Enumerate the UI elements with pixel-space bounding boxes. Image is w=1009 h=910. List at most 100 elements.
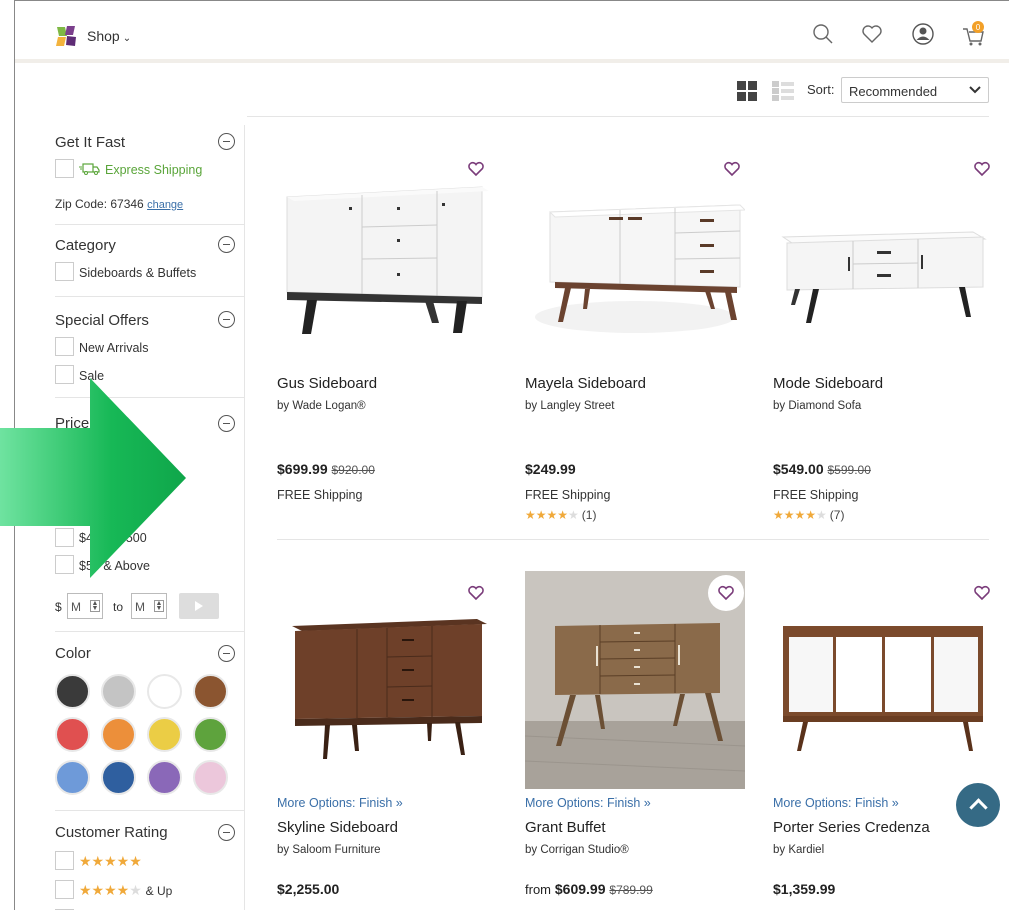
- shipping-text: FREE Shipping: [277, 488, 363, 502]
- product-name[interactable]: Gus Sideboard: [277, 375, 377, 392]
- express-shipping-label: Express Shipping: [105, 163, 203, 177]
- chevron-down-icon: [969, 86, 981, 94]
- cart-icon[interactable]: 0: [960, 21, 986, 47]
- color-swatch[interactable]: [193, 760, 228, 795]
- favorite-heart-icon[interactable]: [467, 585, 485, 601]
- collapse-customer-rating-icon[interactable]: [218, 824, 235, 841]
- filter-divider: [55, 631, 245, 632]
- rating-5-stars: ★★★★★: [79, 853, 142, 869]
- sort-selected-value: Recommended: [849, 84, 938, 99]
- product-card-gus-sideboard[interactable]: Gus Sideboard by Wade Logan® $699.99 $92…: [277, 157, 509, 537]
- review-count[interactable]: (1): [582, 508, 597, 522]
- sale-price: $1,359.99: [773, 881, 836, 897]
- product-image[interactable]: [773, 591, 993, 771]
- collapse-category-icon[interactable]: [218, 236, 235, 253]
- scroll-to-top-button[interactable]: [956, 783, 1000, 827]
- toolbar-divider: [247, 116, 989, 117]
- product-name[interactable]: Mode Sideboard: [773, 375, 883, 392]
- product-row-divider: [277, 539, 989, 540]
- collapse-special-offers-icon[interactable]: [218, 311, 235, 328]
- wayfair-logo-icon[interactable]: [55, 25, 77, 47]
- product-card-mode-sideboard[interactable]: Mode Sideboard by Diamond Sofa $549.00 $…: [773, 157, 1005, 537]
- express-shipping-checkbox[interactable]: [55, 159, 74, 178]
- review-count[interactable]: (7): [830, 508, 845, 522]
- product-rating: ★★★★★ (1): [525, 508, 597, 522]
- color-swatch[interactable]: [101, 674, 136, 709]
- more-options-link[interactable]: More Options: Finish »: [525, 796, 651, 810]
- price-from-label: from: [525, 882, 551, 897]
- account-icon[interactable]: [910, 21, 936, 47]
- color-swatch[interactable]: [193, 674, 228, 709]
- product-card-porter-series-credenza[interactable]: More Options: Finish » Porter Series Cre…: [773, 571, 1005, 910]
- grid-view-icon[interactable]: [737, 81, 757, 101]
- favorite-heart-icon[interactable]: [723, 161, 741, 177]
- product-brand[interactable]: by Kardiel: [773, 844, 824, 856]
- favorite-heart-icon[interactable]: [973, 161, 991, 177]
- product-brand[interactable]: by Diamond Sofa: [773, 400, 861, 412]
- product-image[interactable]: [277, 591, 497, 771]
- product-card-skyline-sideboard[interactable]: More Options: Finish » Skyline Sideboard…: [277, 571, 509, 910]
- product-brand[interactable]: by Wade Logan®: [277, 400, 366, 412]
- category-option-label: Sideboards & Buffets: [79, 266, 197, 280]
- collapse-price-icon[interactable]: [218, 415, 235, 432]
- product-brand[interactable]: by Saloom Furniture: [277, 844, 381, 856]
- zip-code-text: Zip Code: 67346: [55, 197, 144, 211]
- chevron-down-icon: ⌄: [122, 33, 132, 44]
- color-swatch[interactable]: [55, 760, 90, 795]
- product-card-grant-buffet[interactable]: More Options: Finish » Grant Buffet by C…: [525, 571, 757, 910]
- rating-4-checkbox[interactable]: [55, 880, 74, 899]
- category-checkbox[interactable]: [55, 262, 74, 281]
- search-icon[interactable]: [810, 21, 836, 47]
- collapse-color-icon[interactable]: [218, 645, 235, 662]
- product-name[interactable]: Mayela Sideboard: [525, 375, 646, 392]
- product-card-mayela-sideboard[interactable]: Mayela Sideboard by Langley Street $249.…: [525, 157, 757, 537]
- product-price: $1,359.99: [773, 881, 835, 897]
- favorite-heart-icon[interactable]: [973, 585, 991, 601]
- color-swatch[interactable]: [55, 674, 90, 709]
- shipping-text: FREE Shipping: [773, 488, 859, 502]
- color-swatch[interactable]: [101, 717, 136, 752]
- more-options-link[interactable]: More Options: Finish »: [773, 796, 899, 810]
- sale-price: $549.00: [773, 461, 824, 477]
- filter-divider: [55, 810, 245, 811]
- sort-label: Sort:: [807, 82, 835, 97]
- was-price: $920.00: [331, 463, 375, 477]
- filter-title-special-offers: Special Offers: [55, 312, 149, 329]
- collapse-get-it-fast-icon[interactable]: [218, 133, 235, 150]
- product-name[interactable]: Skyline Sideboard: [277, 819, 398, 836]
- color-swatch[interactable]: [147, 717, 182, 752]
- product-name[interactable]: Porter Series Credenza: [773, 819, 930, 836]
- filter-title-category: Category: [55, 237, 116, 254]
- list-view-icon[interactable]: [772, 81, 794, 101]
- color-swatch[interactable]: [147, 760, 182, 795]
- shop-menu[interactable]: Shop ⌄: [87, 28, 131, 44]
- color-swatch[interactable]: [193, 717, 228, 752]
- favorite-heart-icon[interactable]: [717, 585, 735, 601]
- was-price: $599.00: [827, 463, 871, 477]
- favorite-button[interactable]: [708, 575, 744, 611]
- product-price: $699.99 $920.00: [277, 461, 375, 477]
- color-swatch[interactable]: [147, 674, 182, 709]
- rating-5-checkbox[interactable]: [55, 851, 74, 870]
- favorite-heart-icon[interactable]: [467, 161, 485, 177]
- product-brand[interactable]: by Corrigan Studio®: [525, 844, 629, 856]
- sale-price: $609.99: [554, 881, 606, 897]
- product-image[interactable]: [525, 177, 745, 337]
- sort-select[interactable]: Recommended: [841, 77, 989, 103]
- product-image[interactable]: [277, 177, 497, 337]
- product-price: $249.99: [525, 461, 576, 477]
- favorites-heart-icon[interactable]: [859, 21, 885, 47]
- color-swatch[interactable]: [101, 760, 136, 795]
- results-toolbar: Sort: Recommended: [15, 67, 1009, 117]
- product-brand[interactable]: by Langley Street: [525, 400, 615, 412]
- product-name[interactable]: Grant Buffet: [525, 819, 606, 836]
- annotation-arrow-icon: [0, 378, 186, 578]
- was-price: $789.99: [609, 883, 653, 897]
- new-arrivals-checkbox[interactable]: [55, 337, 74, 356]
- zip-change-link[interactable]: change: [147, 199, 183, 211]
- shipping-text: FREE Shipping: [525, 488, 611, 502]
- product-image[interactable]: [773, 177, 993, 337]
- color-swatch[interactable]: [55, 717, 90, 752]
- more-options-link[interactable]: More Options: Finish »: [277, 796, 403, 810]
- filter-title-customer-rating: Customer Rating: [55, 824, 168, 841]
